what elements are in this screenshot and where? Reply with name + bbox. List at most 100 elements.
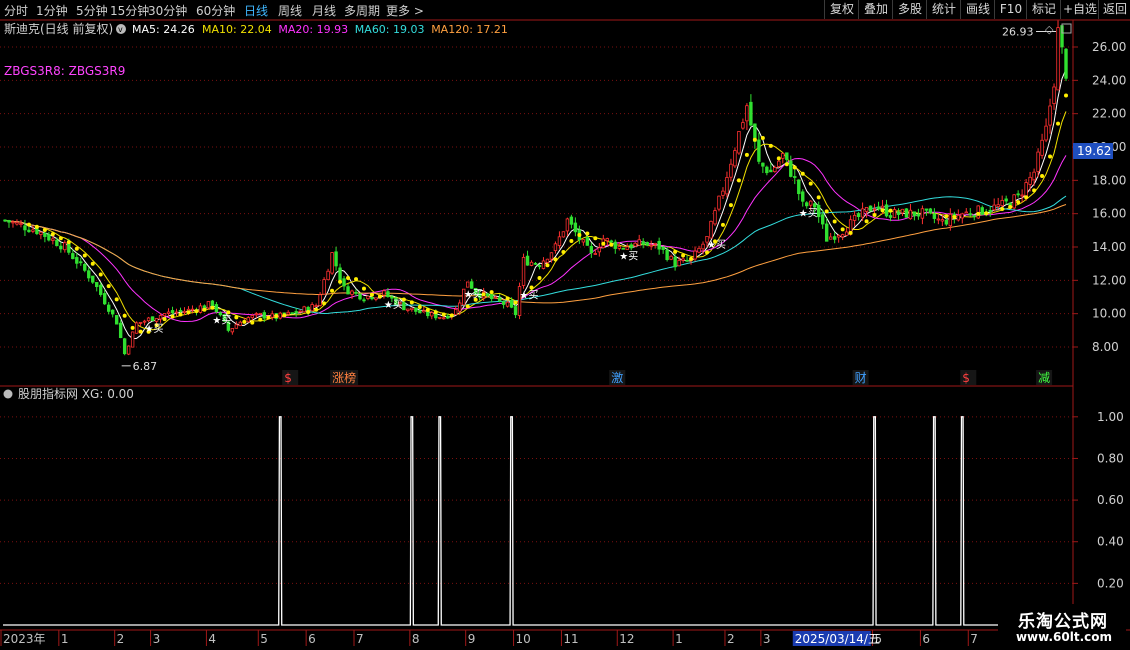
date-label-1: 1 <box>61 632 69 646</box>
candle-body <box>386 291 390 297</box>
indicator-dot <box>1064 93 1069 98</box>
candle-body <box>785 152 789 160</box>
candle-body <box>91 275 95 283</box>
indicator-dot <box>768 143 773 148</box>
candle-body <box>43 232 47 237</box>
candle-body <box>912 211 917 217</box>
indicator-dot <box>425 307 430 312</box>
candle-body <box>55 239 59 247</box>
indicator-dot <box>720 222 725 227</box>
indicator-label: ZBGS3R8: ZBGS3R9 <box>4 64 125 78</box>
indicator-dot <box>82 253 87 258</box>
candle-body <box>170 310 175 314</box>
candle-body <box>940 219 945 222</box>
indicator-dot <box>577 232 582 237</box>
indicator-dot <box>880 208 885 213</box>
date-label-5: 5 <box>260 632 268 646</box>
buy-signal-6: ★买 <box>707 239 726 251</box>
candle-body <box>537 265 542 268</box>
indicator-dot <box>681 253 686 258</box>
watermark: 乐淘公式网 www.60lt.com <box>998 604 1126 650</box>
indicator-dot <box>74 246 79 251</box>
candle-body <box>593 253 598 255</box>
candle-body <box>936 218 941 221</box>
sub-settings-icon[interactable] <box>3 389 13 399</box>
candle-body <box>338 267 342 281</box>
candle-body <box>545 258 550 263</box>
candle-body <box>597 247 602 253</box>
candle-body <box>693 250 697 260</box>
xg-signal-line <box>3 416 1068 626</box>
candle-body <box>817 204 821 218</box>
candle-body <box>824 223 829 242</box>
indicator-dot <box>90 261 95 266</box>
candle-body <box>1000 200 1004 207</box>
candle-body <box>1064 48 1068 79</box>
candle-body <box>996 204 1000 208</box>
event-marker-2: 激 <box>611 371 623 385</box>
candle-body <box>521 256 526 286</box>
candle-body <box>350 290 354 295</box>
date-label-7: 7 <box>356 632 364 646</box>
candle-body <box>509 300 514 308</box>
indicator-dot <box>513 300 518 305</box>
candle-body <box>118 322 123 339</box>
indicator-dot <box>752 137 757 142</box>
candle-body <box>569 216 574 225</box>
candle-body <box>1016 193 1020 196</box>
candle-body <box>529 261 534 266</box>
candle-body <box>126 345 131 355</box>
indicator-dot <box>848 230 853 235</box>
main-grid <box>0 46 1073 348</box>
candle-body <box>805 202 809 207</box>
candle-body <box>7 219 11 223</box>
candle-body <box>828 236 833 240</box>
buy-signal-3: ★买 <box>464 288 483 300</box>
candle-body <box>773 167 777 172</box>
candle-body <box>485 293 490 296</box>
candle-body <box>382 290 386 296</box>
indicator-dot <box>58 236 63 241</box>
indicator-dot <box>202 307 207 312</box>
date-label-18: 7 <box>970 632 978 646</box>
indicator-dot <box>130 325 135 330</box>
candle-body <box>769 169 773 173</box>
y-tick-label-3: 14.00 <box>1092 240 1126 254</box>
buy-signal-7: ★买 <box>799 208 818 220</box>
candle-body <box>561 231 566 238</box>
date-label-4: 4 <box>208 632 216 646</box>
candle-body <box>613 241 617 249</box>
candle-body <box>374 297 378 300</box>
candle-body <box>836 235 841 238</box>
candle-body <box>442 317 446 320</box>
indicator-dot <box>226 310 231 315</box>
indicator-dot <box>1056 121 1061 126</box>
candle-body <box>206 301 211 309</box>
candle-body <box>402 302 406 311</box>
date-label-6: 6 <box>308 632 316 646</box>
candle-body <box>908 209 913 220</box>
candle-body <box>1036 151 1040 172</box>
indicator-dot <box>553 257 558 262</box>
candle-body <box>110 309 115 315</box>
candle-body <box>809 200 813 206</box>
candle-body <box>174 311 179 314</box>
indicator-dot <box>266 315 271 320</box>
candle-body <box>932 213 937 219</box>
diamond-icon[interactable]: ◇ <box>1045 23 1054 36</box>
y-tick-label-0: 8.00 <box>1092 340 1119 354</box>
candle-body <box>673 256 677 268</box>
candle-body <box>745 105 749 122</box>
indicator-dot <box>242 319 247 324</box>
candle-body <box>83 263 87 271</box>
indicator-dot <box>122 313 127 318</box>
indicator-dot <box>944 214 949 219</box>
ma-legend-item-1: MA10: 22.04 <box>202 23 272 36</box>
sub-y-tick-label-1: 0.40 <box>1097 535 1124 549</box>
candle-body <box>107 304 111 312</box>
candle-body <box>166 311 171 314</box>
candle-body <box>904 208 909 218</box>
buy-signal-0: ★买 <box>145 323 164 335</box>
candle-body <box>286 311 290 315</box>
candle-body <box>1012 194 1016 209</box>
